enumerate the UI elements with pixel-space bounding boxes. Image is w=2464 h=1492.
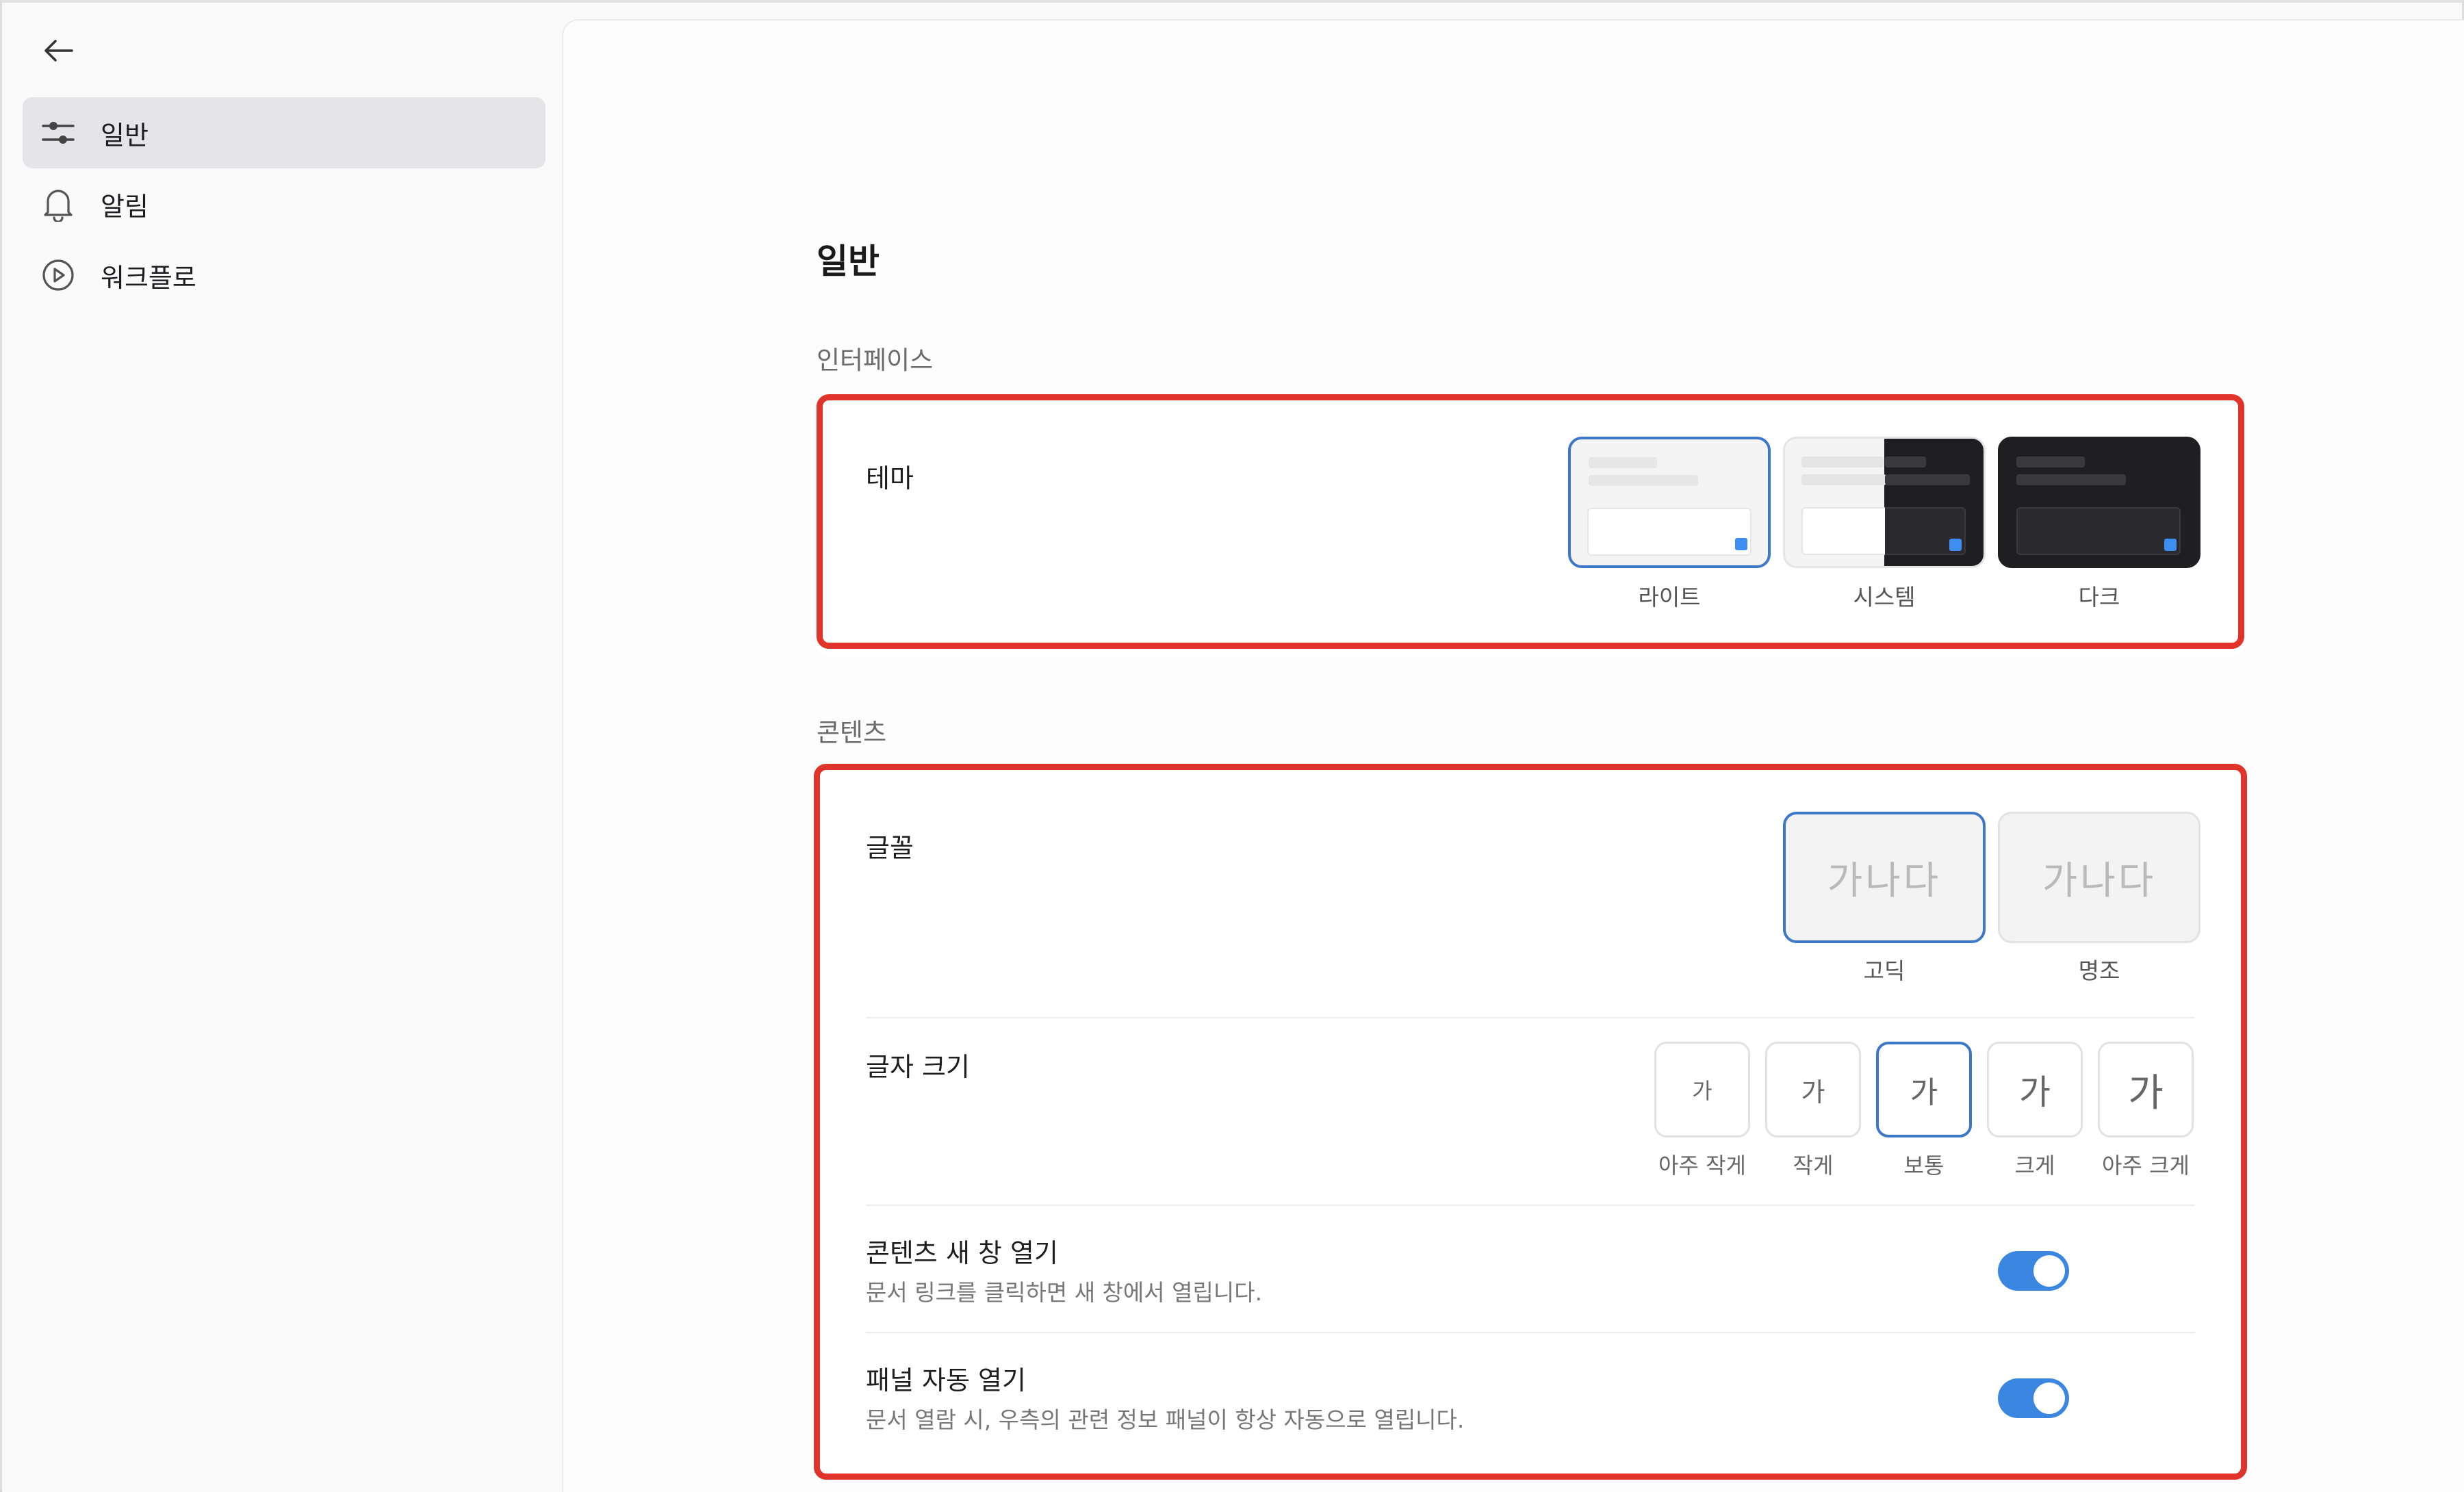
theme-label: 테마	[866, 463, 914, 493]
sidebar: 일반 알림 워크플로	[2, 3, 563, 1492]
sidebar-item-workflow[interactable]: 워크플로	[23, 240, 546, 311]
font-preview-gothic: 가나다	[1783, 812, 1986, 943]
font-size-caption: 아주 크게	[2102, 1153, 2190, 1179]
theme-preview-system	[1783, 437, 1986, 568]
theme-preview-dark	[1998, 437, 2200, 568]
back-button[interactable]	[38, 31, 79, 70]
sidebar-item-general[interactable]: 일반	[23, 97, 546, 168]
auto-panel-description: 문서 열람 시, 우측의 관련 정보 패널이 항상 자동으로 열립니다.	[866, 1406, 1465, 1433]
font-label: 글꼴	[866, 833, 914, 863]
font-size-option-normal[interactable]: 가 보통	[1876, 1042, 1972, 1180]
settings-content: 일반 인터페이스 테마 라이트 시스템 다크 콘텐츠 글꼴 가나다 고딕 가나다…	[562, 19, 2464, 1492]
theme-caption: 시스템	[1853, 584, 1916, 610]
divider	[866, 1205, 2195, 1206]
font-size-preview: 가	[2098, 1042, 2194, 1137]
page-title: 일반	[817, 242, 880, 281]
theme-option-system[interactable]: 시스템	[1783, 437, 1986, 612]
bell-icon	[38, 183, 79, 224]
font-size-option-xsmall[interactable]: 가 아주 작게	[1654, 1042, 1750, 1180]
section-label-content: 콘텐츠	[817, 718, 887, 747]
font-preview-myeongjo: 가나다	[1998, 812, 2200, 943]
sidebar-item-label: 워크플로	[101, 262, 196, 293]
arrow-left-icon	[44, 40, 73, 62]
theme-caption: 다크	[2078, 584, 2120, 610]
theme-option-dark[interactable]: 다크	[1998, 437, 2200, 612]
font-size-preview: 가	[1876, 1042, 1972, 1137]
section-label-interface: 인터페이스	[817, 346, 934, 375]
font-size-label: 글자 크기	[866, 1052, 970, 1082]
open-new-window-title: 콘텐츠 새 창 열기	[866, 1238, 1058, 1268]
divider	[866, 1017, 2195, 1018]
toggle-knob	[2033, 1382, 2065, 1414]
auto-panel-title: 패널 자동 열기	[866, 1365, 1026, 1395]
auto-panel-toggle[interactable]	[1998, 1378, 2069, 1418]
font-size-preview: 가	[1654, 1042, 1750, 1137]
font-size-option-large[interactable]: 가 크게	[1987, 1042, 2083, 1180]
theme-caption: 라이트	[1638, 584, 1701, 610]
font-size-option-xlarge[interactable]: 가 아주 크게	[2098, 1042, 2194, 1180]
settings-window: 일반 알림 워크플로 일반 인터페이스 테마 라이트 시스템 다크 콘텐츠 글꼴…	[0, 0, 2464, 1492]
font-caption: 명조	[2078, 957, 2120, 984]
open-new-window-toggle[interactable]	[1998, 1251, 2069, 1291]
open-new-window-description: 문서 링크를 클릭하면 새 창에서 열립니다.	[866, 1279, 1263, 1306]
content-card: 글꼴 가나다 고딕 가나다 명조 글자 크기 가 아주 작게 가 작게 가 보통…	[817, 769, 2244, 1474]
font-size-preview: 가	[1987, 1042, 2083, 1137]
interface-card: 테마 라이트 시스템 다크	[817, 396, 2244, 656]
font-size-option-small[interactable]: 가 작게	[1765, 1042, 1861, 1180]
font-caption: 고딕	[1863, 957, 1905, 984]
sliders-icon	[38, 112, 79, 153]
play-circle-icon	[38, 255, 79, 296]
theme-option-light[interactable]: 라이트	[1568, 437, 1771, 612]
font-option-gothic[interactable]: 가나다 고딕	[1783, 812, 1986, 986]
sidebar-item-label: 일반	[101, 120, 149, 151]
toggle-knob	[2033, 1255, 2065, 1287]
font-size-preview: 가	[1765, 1042, 1861, 1137]
divider	[866, 1332, 2195, 1333]
theme-preview-light	[1568, 437, 1771, 568]
sidebar-item-label: 알림	[101, 191, 149, 222]
sidebar-item-notifications[interactable]: 알림	[23, 168, 546, 240]
font-option-myeongjo[interactable]: 가나다 명조	[1998, 812, 2200, 986]
